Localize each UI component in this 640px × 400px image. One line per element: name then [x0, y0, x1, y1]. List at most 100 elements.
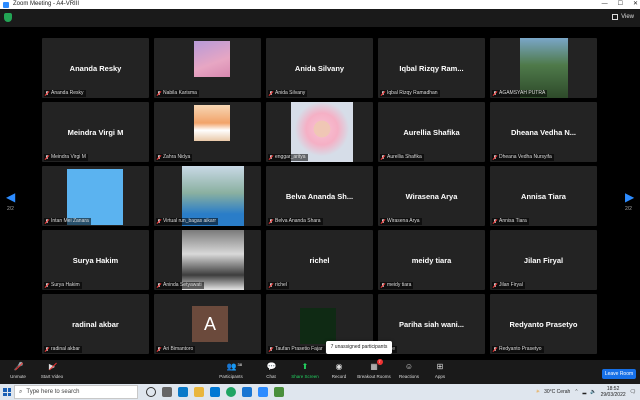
participant-display-name: Aurellia Shafika: [403, 128, 460, 137]
participant-name-label: Nabila Karisma: [156, 90, 199, 97]
participant-tile[interactable]: Aninda Setyawati: [154, 230, 261, 290]
participant-tile[interactable]: Jilan Firyal Jilan Firyal: [490, 230, 597, 290]
participant-name: enggar_aritya: [275, 154, 306, 160]
participant-display-name: radinal akbar: [72, 320, 119, 329]
participants-count: 38: [237, 362, 242, 367]
participant-video: [300, 308, 336, 344]
participant-name: Ari Bimantoro: [163, 346, 194, 352]
share-screen-icon: ⬆: [301, 362, 309, 371]
muted-mic-icon: [157, 155, 161, 160]
participant-display-name: Belva Ananda Sh...: [285, 192, 354, 201]
participant-tile[interactable]: Annisa Tiara Annisa Tiara: [490, 166, 597, 226]
close-button[interactable]: ✕: [633, 0, 638, 9]
participant-name-label: Wirasena Arya: [380, 218, 422, 225]
participant-name-label: enggar_aritya: [268, 154, 308, 161]
participant-video: [194, 105, 230, 141]
participant-name: Redyanto Prasetyo: [499, 346, 542, 352]
participant-tile[interactable]: Intan Mei Zanara: [42, 166, 149, 226]
participant-tile[interactable]: Ananda Resky Ananda Resky: [42, 38, 149, 98]
participant-tile[interactable]: Meindra Virgi M Meindra Virgi M: [42, 102, 149, 162]
chat-icon: 💬: [266, 362, 277, 371]
participant-name-label: Surya Hakim: [44, 282, 82, 289]
participant-tile[interactable]: Belva Ananda Sh... Belva Ananda Shara: [266, 166, 373, 226]
participant-name-label: Dheana Vedha Nursyifa: [492, 154, 554, 161]
muted-mic-icon: [45, 219, 49, 224]
chrome-icon[interactable]: [226, 387, 236, 397]
participant-tile[interactable]: A Ari Bimantoro: [154, 294, 261, 354]
search-icon: ⌕: [19, 388, 23, 395]
video-off-icon: ▶: [48, 362, 57, 371]
volume-icon[interactable]: 🔈: [590, 389, 596, 395]
participant-video: [182, 166, 244, 226]
participant-tile[interactable]: Virtual run_bagas aikarr: [154, 166, 261, 226]
participant-tile[interactable]: AGAMSYAH PUTRA: [490, 38, 597, 98]
participant-tile[interactable]: radinal akbar radinal akbar: [42, 294, 149, 354]
notification-icon[interactable]: 🗨: [630, 389, 636, 395]
muted-mic-icon: [157, 219, 161, 224]
start-video-button[interactable]: ▶ Start Video: [32, 362, 72, 379]
mail-icon[interactable]: [210, 387, 220, 397]
participant-name: meidy tiara: [387, 282, 412, 288]
participant-tile[interactable]: richel richel: [266, 230, 373, 290]
muted-mic-icon: 🎤: [14, 362, 24, 371]
cortana-icon[interactable]: [146, 387, 156, 397]
participant-name-label: Ari Bimantoro: [156, 346, 196, 353]
participant-display-name: Iqbal Rizqy Ram...: [399, 64, 464, 73]
weather-text[interactable]: 30°C Cerah: [544, 389, 570, 395]
participant-tile[interactable]: Dheana Vedha N... Dheana Vedha Nursyifa: [490, 102, 597, 162]
participant-display-name: Pariha siah wani...: [398, 320, 465, 329]
participant-tile[interactable]: Anida Silvany Anida Silvany: [266, 38, 373, 98]
file-explorer-icon[interactable]: [194, 387, 204, 397]
apps-icon: ⊞: [436, 362, 444, 371]
weather-icon: ☀: [535, 389, 541, 395]
tray-chevron-icon[interactable]: ⌃: [574, 389, 578, 395]
meeting-topbar: View: [0, 9, 640, 27]
participant-tile[interactable]: Redyanto Prasetyo Redyanto Prasetyo: [490, 294, 597, 354]
clock[interactable]: 18:52 29/03/2022: [601, 386, 626, 398]
participant-display-name: Dheana Vedha N...: [510, 128, 577, 137]
participant-tile[interactable]: enggar_aritya: [266, 102, 373, 162]
app-icon[interactable]: [274, 387, 284, 397]
participant-video: [291, 102, 353, 162]
prev-page-arrow-icon[interactable]: ◀: [6, 190, 15, 204]
network-icon[interactable]: ▂: [583, 389, 587, 395]
participant-name: Virtual run_bagas aikarr: [163, 218, 216, 224]
view-button[interactable]: View: [612, 14, 634, 20]
taskbar-search-box[interactable]: ⌕ Type here to search: [14, 385, 138, 399]
participant-tile[interactable]: Surya Hakim Surya Hakim: [42, 230, 149, 290]
participant-name-label: Redyanto Prasetyo: [492, 346, 544, 353]
leave-room-button[interactable]: Leave Room: [602, 369, 636, 379]
task-view-icon[interactable]: [162, 387, 172, 397]
participant-tile[interactable]: Nabila Karisma: [154, 38, 261, 98]
minimize-button[interactable]: —: [602, 0, 608, 9]
participant-display-name: Anida Silvany: [294, 64, 345, 73]
participant-tile[interactable]: Aurellia Shafika Aurellia Shafika: [378, 102, 485, 162]
muted-mic-icon: [381, 91, 385, 96]
maximize-button[interactable]: ☐: [618, 0, 623, 9]
breakout-rooms-button[interactable]: ▦ 7 Breakout Rooms: [354, 359, 394, 379]
zoom-taskbar-icon[interactable]: [258, 387, 268, 397]
security-shield-icon[interactable]: [4, 13, 12, 22]
next-page-arrow-icon[interactable]: ▶: [625, 190, 634, 204]
participant-tile[interactable]: Iqbal Rizqy Ram... Iqbal Rizqy Ramadhan: [378, 38, 485, 98]
apps-button[interactable]: ⊞ Apps: [420, 362, 460, 379]
windows-taskbar: ⌕ Type here to search ☀ 30°C Cerah ⌃ ▂ 🔈…: [0, 384, 640, 400]
participant-name-label: Meindra Virgi M: [44, 154, 88, 161]
participant-tile[interactable]: meidy tiara meidy tiara: [378, 230, 485, 290]
record-button[interactable]: ◉ Record: [319, 362, 359, 379]
participant-name: Meindra Virgi M: [51, 154, 86, 160]
participants-icon: 👥 38: [226, 362, 242, 371]
participant-name-label: Iqbal Rizqy Ramadhan: [380, 90, 440, 97]
unassigned-participants-popup[interactable]: 7 unassigned participants: [326, 341, 392, 354]
participant-name-label: Aninda Setyawati: [156, 282, 204, 289]
start-button[interactable]: [0, 384, 14, 400]
edge-icon[interactable]: [178, 387, 188, 397]
participant-tile[interactable]: Pariha siah wani......ie: [378, 294, 485, 354]
participants-button[interactable]: 👥 38 Participants: [211, 362, 251, 379]
participant-tile[interactable]: Zahra Nidya: [154, 102, 261, 162]
participant-display-name: Wirasena Arya: [405, 192, 458, 201]
muted-mic-icon: [45, 155, 49, 160]
participant-tile[interactable]: Wirasena Arya Wirasena Arya: [378, 166, 485, 226]
word-icon[interactable]: [242, 387, 252, 397]
participant-display-name: Meindra Virgi M: [67, 128, 124, 137]
